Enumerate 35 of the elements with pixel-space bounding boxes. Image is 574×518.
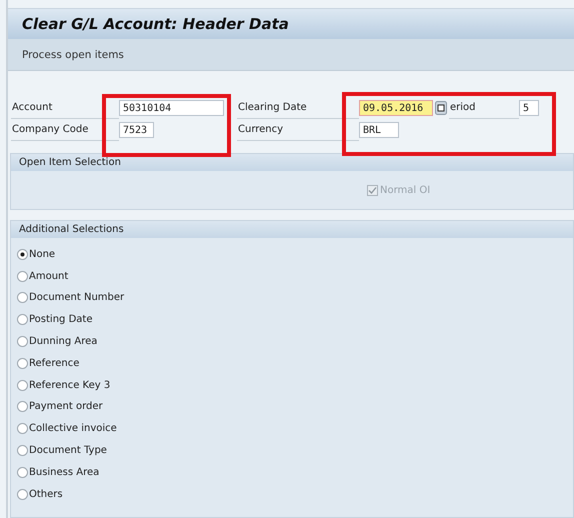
radio-option[interactable]: Reference [17, 354, 573, 372]
radio-option[interactable]: None [17, 245, 573, 264]
input-field[interactable]: 5 [519, 100, 539, 116]
radio-option[interactable]: Business Area [17, 462, 573, 482]
section-header: Open Item Selection [11, 154, 573, 171]
input-field[interactable]: 09.05.2016 [359, 100, 433, 116]
input-field[interactable]: BRL [359, 122, 399, 138]
radio-option[interactable]: Posting Date [17, 310, 573, 329]
radio-option[interactable]: Payment order [17, 398, 573, 416]
radio-button[interactable] [17, 248, 28, 260]
radio-button[interactable] [17, 270, 28, 282]
radio-option[interactable]: Amount [17, 266, 573, 286]
radio-button[interactable] [17, 380, 28, 391]
radio-option[interactable]: Others [17, 484, 573, 504]
input-field[interactable]: 50310104 [119, 100, 224, 116]
radio-button[interactable] [17, 488, 28, 500]
radio-button[interactable] [17, 292, 28, 304]
radio-button[interactable] [17, 336, 28, 347]
input-field[interactable]: 7523 [119, 122, 154, 138]
toolbar-button[interactable]: Process open items [22, 48, 124, 60]
radio-button[interactable] [17, 358, 28, 369]
value-help-icon[interactable] [435, 101, 447, 115]
checkbox-label: Normal OI [380, 184, 430, 196]
radio-button[interactable] [17, 444, 28, 456]
radio-option[interactable]: Collective invoice [17, 419, 573, 438]
radio-button[interactable] [17, 314, 28, 326]
radio-option[interactable]: Document Number [17, 288, 573, 308]
radio-button[interactable] [17, 466, 28, 478]
radio-option[interactable]: Reference Key 3 [17, 376, 573, 394]
window-title: Clear G/L Account: Header Data [22, 15, 289, 33]
section-header: Additional Selections [11, 221, 573, 238]
radio-option[interactable]: Document Type [17, 441, 573, 460]
radio-button[interactable] [17, 401, 28, 412]
radio-option[interactable]: Dunning Area [17, 332, 573, 351]
radio-button[interactable] [17, 423, 28, 434]
